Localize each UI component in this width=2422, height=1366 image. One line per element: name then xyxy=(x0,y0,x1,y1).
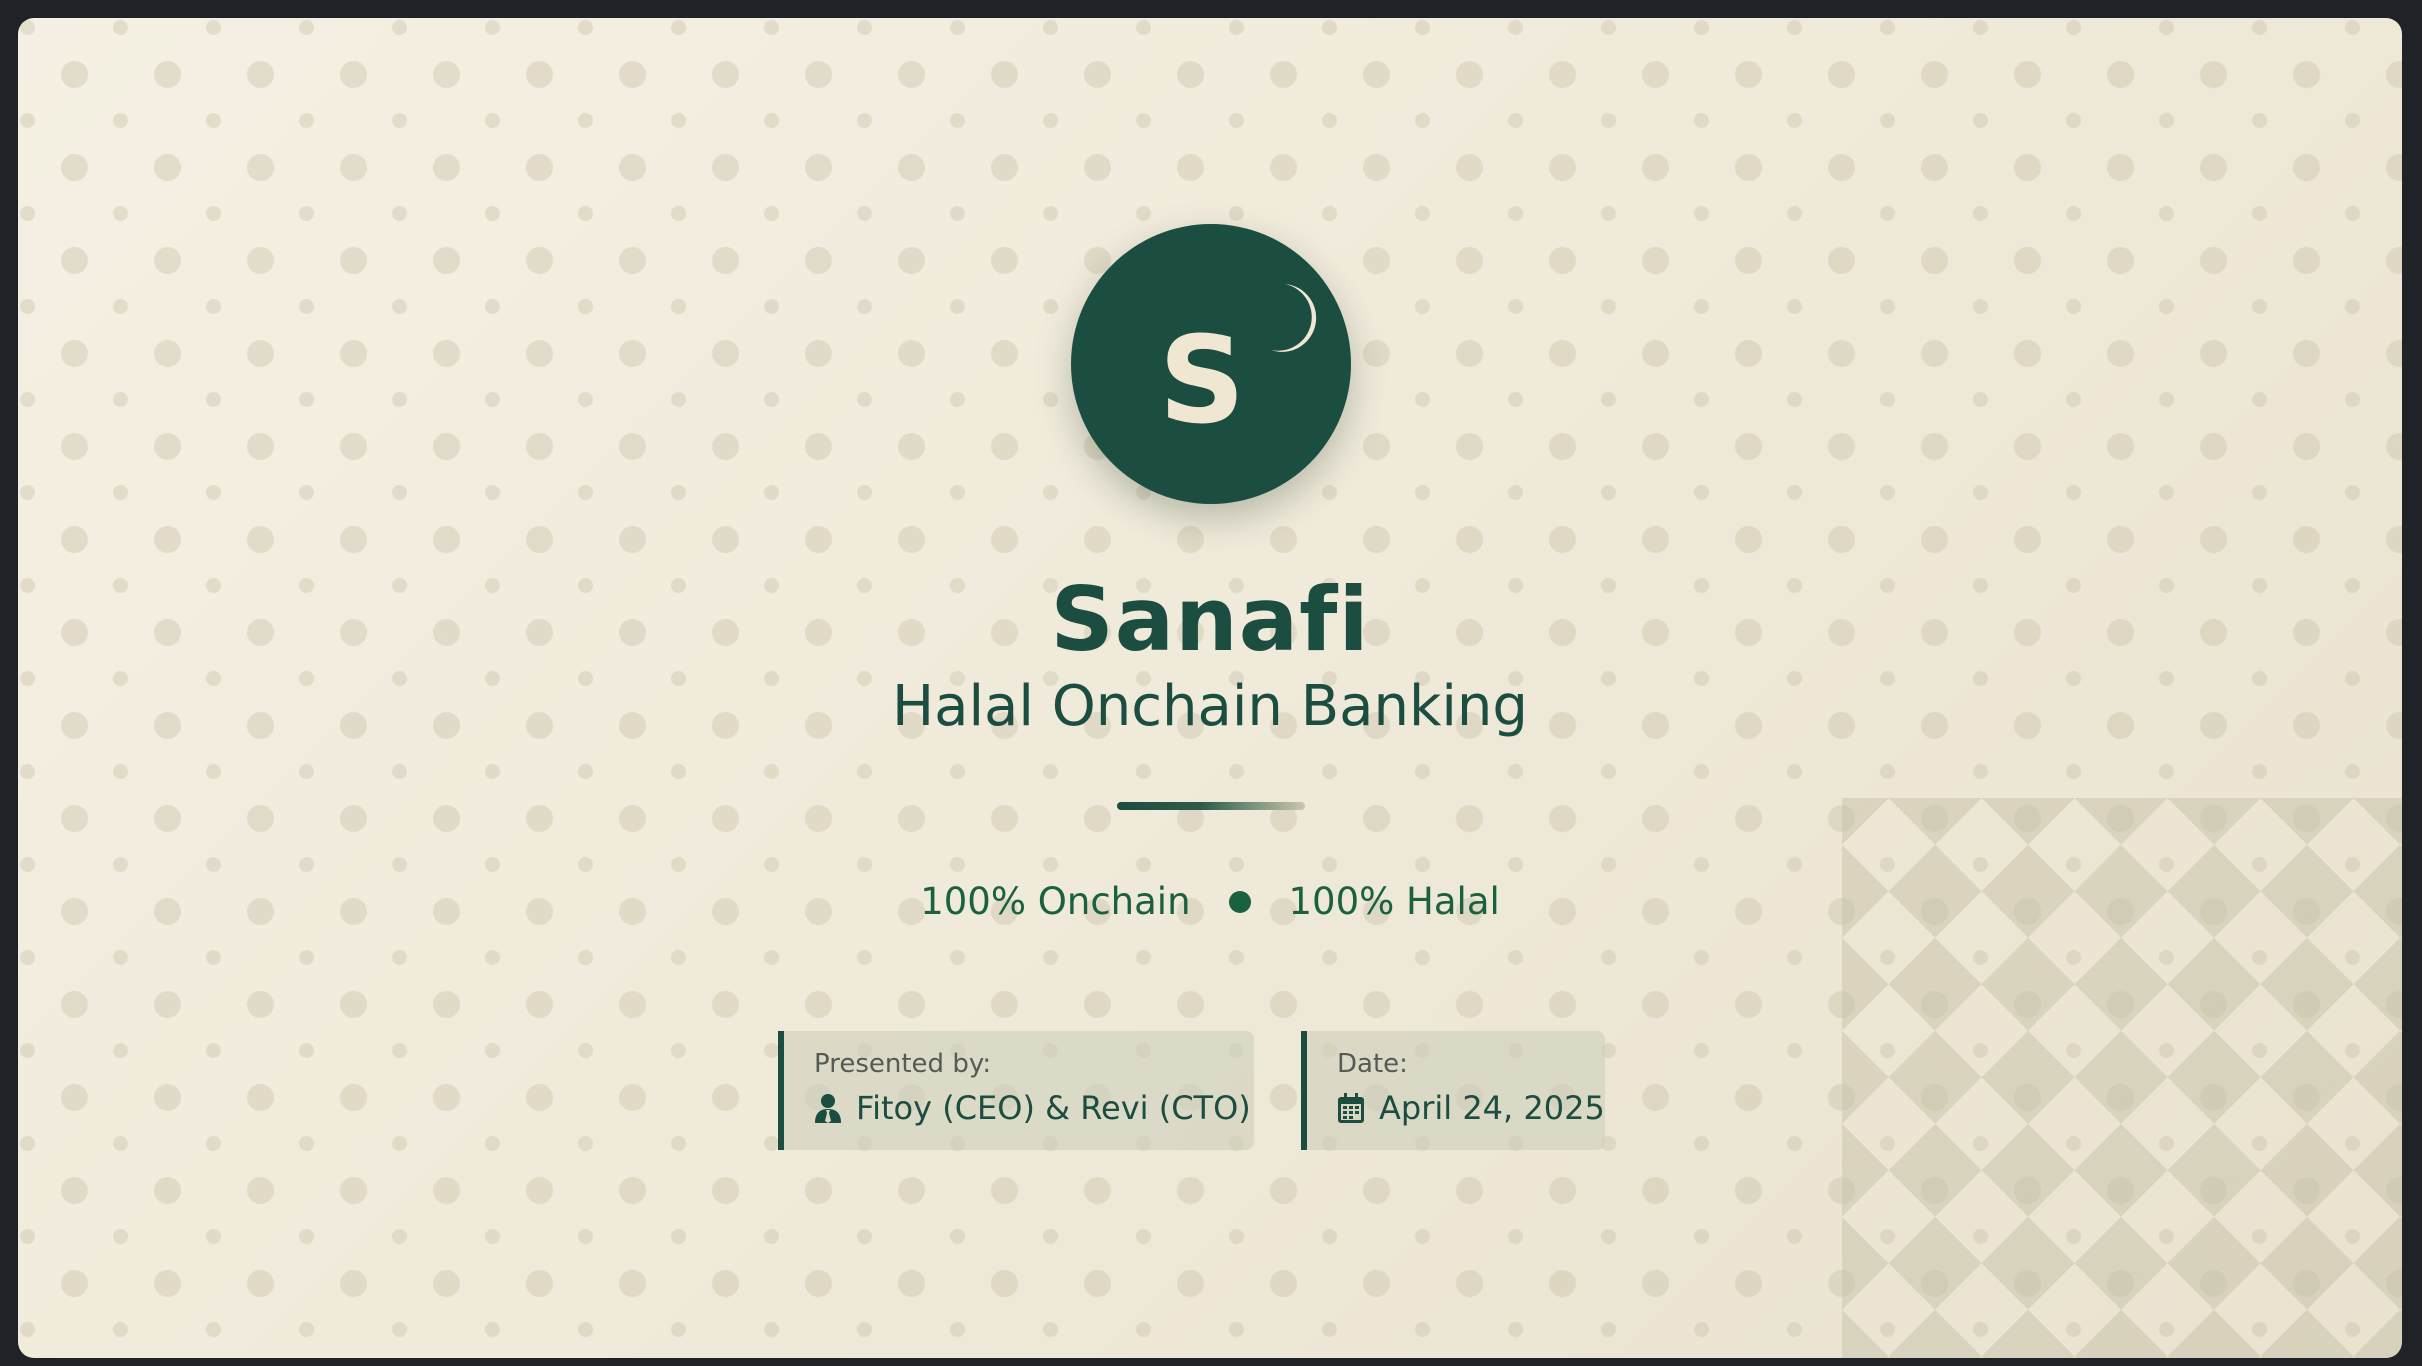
date-value: April 24, 2025 xyxy=(1379,1089,1605,1127)
title-slide: S Sanafi Halal Onchain Banking 100% Onch… xyxy=(18,18,2402,1358)
date-label: Date: xyxy=(1337,1049,1408,1079)
presenter-label: Presented by: xyxy=(814,1049,992,1079)
bullet-dot-icon xyxy=(1228,890,1251,913)
date-value-row: April 24, 2025 xyxy=(1337,1089,1605,1127)
calendar-icon xyxy=(1338,1093,1364,1123)
user-tie-icon xyxy=(815,1094,841,1123)
presenter-card: Presented by: Fitoy (CEO) & Revi (CTO) xyxy=(778,1031,1254,1150)
highlight-onchain: 100% Onchain xyxy=(920,880,1191,923)
brand-title: Sanafi xyxy=(1050,568,1370,671)
brand-logo: S xyxy=(1071,224,1351,504)
presenter-names: Fitoy (CEO) & Revi (CTO) xyxy=(856,1089,1251,1127)
presenter-value-row: Fitoy (CEO) & Revi (CTO) xyxy=(814,1089,1251,1127)
highlight-halal: 100% Halal xyxy=(1288,880,1500,923)
date-card: Date: April 24, 2025 xyxy=(1301,1031,1605,1150)
crescent-moon-icon xyxy=(1271,284,1317,352)
title-divider xyxy=(1117,802,1305,810)
highlights-row: 100% Onchain 100% Halal xyxy=(18,880,2402,923)
brand-tagline: Halal Onchain Banking xyxy=(892,674,1528,739)
